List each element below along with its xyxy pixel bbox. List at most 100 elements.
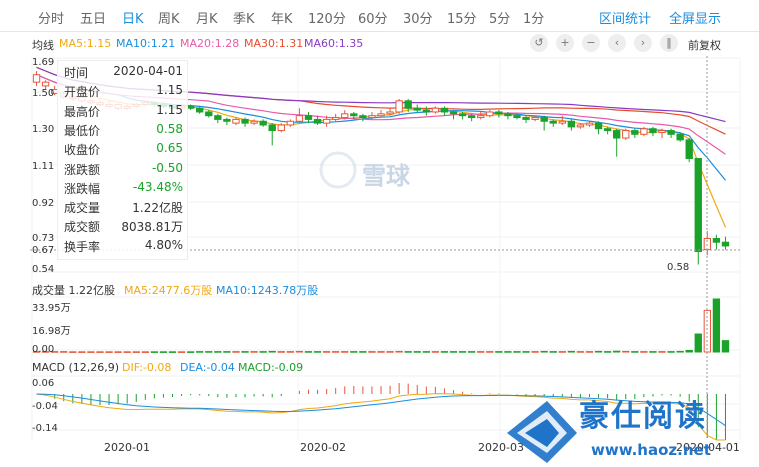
volume-bar — [658, 351, 666, 353]
candle-body — [205, 111, 213, 117]
macd-label: MACD (12,26,9) — [32, 361, 120, 374]
volume-bar — [177, 351, 186, 353]
tooltip-key: 时间 — [64, 66, 89, 80]
candle-body — [431, 107, 440, 113]
volume-bar — [404, 351, 412, 353]
volume-bar — [350, 351, 358, 353]
volume-bar — [304, 351, 313, 353]
candle-body — [685, 139, 693, 159]
candle-body — [694, 157, 702, 253]
tooltip-row: 最低价 0.58 — [64, 122, 183, 141]
volume-bar — [78, 351, 86, 353]
candle-body — [295, 115, 304, 122]
volume-bar — [422, 351, 430, 353]
volume-bar — [721, 340, 730, 353]
volume-bar — [259, 351, 267, 353]
price-tick: 0.92 — [32, 198, 55, 209]
candle-body — [486, 111, 494, 117]
tooltip-row: 时间 2020-04-01 — [64, 64, 183, 83]
volume-bar — [105, 351, 113, 353]
volume-tick: 16.98万 — [32, 326, 71, 337]
volume-bar — [603, 351, 612, 353]
candle-body — [540, 117, 548, 122]
volume-bar — [341, 351, 349, 353]
volume-bar — [141, 351, 149, 353]
price-tick: 1.11 — [32, 161, 55, 172]
candle-body — [567, 120, 576, 128]
volume-bar — [694, 333, 702, 353]
candle-body — [214, 115, 222, 120]
candle-body — [495, 111, 503, 115]
volume-bar — [467, 351, 476, 353]
volume-bar — [458, 351, 467, 353]
candle-body — [477, 115, 485, 119]
candle-body — [631, 130, 639, 135]
macd-tick: -0.14 — [32, 423, 58, 434]
tooltip-value: 4.80% — [144, 237, 183, 252]
candle-body — [712, 238, 721, 243]
volume-bar — [159, 351, 168, 353]
volume-bar — [513, 351, 521, 353]
candle-body — [359, 115, 367, 119]
tooltip-key: 换手率 — [64, 239, 101, 254]
price-tick: 0.67 — [32, 245, 55, 256]
volume-bar — [477, 351, 485, 353]
tooltip-row: 开盘价 1.15 — [64, 83, 183, 102]
volume-bar — [567, 350, 576, 353]
candle-body — [603, 128, 612, 132]
tooltip-value: 0.58 — [156, 121, 183, 136]
candle-body — [531, 117, 539, 120]
candle-body — [395, 100, 403, 113]
volume-bar — [223, 351, 231, 353]
candle-body — [250, 120, 258, 124]
candle-body — [513, 115, 521, 119]
macd-tick: 0.06 — [32, 378, 55, 389]
tooltip-value: 0.65 — [156, 141, 183, 156]
brand-url: www.haoz.net — [591, 441, 711, 459]
volume-bar — [549, 351, 557, 353]
macd-value-legend: MACD:-0.09 — [238, 361, 304, 374]
candle-body — [386, 111, 394, 115]
volume-bar — [313, 351, 322, 353]
candle-body — [259, 120, 267, 126]
tooltip-row: 成交额 8038.81万 — [64, 218, 183, 237]
macd-tick: -0.04 — [32, 401, 58, 412]
candle-body — [377, 113, 385, 117]
volume-bar — [413, 351, 421, 353]
candle-body — [241, 118, 249, 124]
candle-body — [304, 115, 313, 120]
volume-bar — [114, 351, 122, 353]
tooltip-row: 收盘价 0.65 — [64, 141, 183, 160]
volume-bar — [613, 350, 621, 353]
volume-bar — [649, 351, 657, 353]
candle-body — [196, 107, 204, 113]
candle-body — [341, 113, 349, 119]
tooltip-value: 8038.81万 — [121, 220, 183, 235]
volume-bar — [332, 351, 340, 353]
tooltip-key: 涨跌幅 — [64, 181, 101, 196]
volume-bar — [486, 351, 494, 353]
volume-bar — [69, 351, 77, 353]
candle-body — [413, 107, 421, 111]
candle-body — [440, 107, 449, 113]
tooltip-value: 1.15 — [156, 83, 183, 98]
volume-bar — [214, 351, 222, 353]
tooltip-value: 1.15 — [156, 102, 183, 117]
price-tick: 0.54 — [32, 264, 55, 275]
candle-body — [322, 118, 331, 124]
candle-body — [404, 100, 412, 109]
volume-bar — [640, 351, 648, 353]
price-tick: 0.73 — [32, 233, 55, 244]
candle-body — [622, 130, 630, 139]
brand-name: 豪仕阅读 — [579, 399, 707, 434]
candle-body — [223, 118, 231, 122]
volume-bar — [712, 298, 721, 353]
volume-bar — [440, 351, 449, 353]
volume-bar — [205, 351, 213, 353]
tooltip-key: 成交量 — [64, 201, 101, 216]
volume-bar — [540, 350, 548, 353]
tooltip-value: 2020-04-01 — [113, 64, 183, 78]
tooltip-key: 最低价 — [64, 123, 101, 138]
candle-body — [504, 113, 512, 117]
candle-body — [286, 120, 295, 126]
